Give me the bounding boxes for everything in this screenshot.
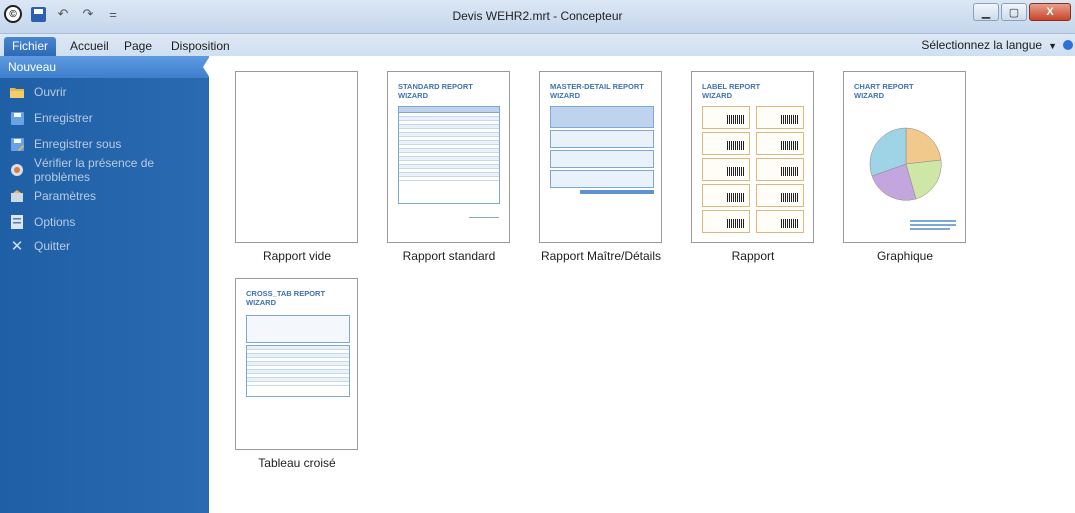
settings-icon (10, 189, 24, 203)
check-issues-icon (10, 163, 24, 177)
sidebar-item-label: Quitter (34, 239, 71, 253)
help-icon[interactable] (1063, 40, 1073, 50)
thumbnail-title: LABEL REPORT WIZARD (702, 82, 761, 100)
sidebar-item-label: Vérifier la présence de problèmes (34, 156, 155, 184)
barcode-icon (727, 115, 745, 124)
barcode-icon (781, 193, 799, 202)
thumbnail-group-b (550, 150, 654, 168)
ribbon-tab-bar: Fichier Accueil Page Disposition Sélecti… (0, 34, 1075, 56)
sidebar-item-label: Enregistrer (34, 111, 93, 125)
thumbnail-title: STANDARD REPORT WIZARD (398, 82, 473, 100)
title-bar: © ↶ ↷ = Devis WEHR2.mrt - Concepteur ▁ ▢… (0, 0, 1075, 34)
sidebar-item-enregistrer-sous[interactable]: Enregistrer sous (0, 132, 209, 156)
thumbnail-title: MASTER-DETAIL REPORT WIZARD (550, 82, 644, 100)
sidebar-item-label: Ouvrir (34, 85, 67, 99)
template-label: Graphique (876, 249, 934, 263)
sidebar-item-parametres[interactable]: Paramètres (0, 184, 209, 208)
thumbnail-label-cell (702, 158, 750, 181)
thumbnail-label-cell (756, 106, 804, 129)
thumbnail-crosstab-header (246, 315, 350, 343)
thumbnail-label-cell (756, 210, 804, 233)
tab-accueil[interactable]: Accueil (62, 37, 117, 56)
thumbnail-label-cell (756, 158, 804, 181)
chevron-down-icon: ▼ (1048, 41, 1057, 51)
thumbnail-label-cell (702, 106, 750, 129)
sidebar-item-label: Paramètres (34, 189, 97, 203)
tab-fichier[interactable]: Fichier (4, 37, 57, 56)
thumbnail-label-cell (756, 132, 804, 155)
thumbnail-label-cell (702, 132, 750, 155)
close-window-button[interactable]: X (1029, 3, 1071, 21)
sidebar-item-label: Enregistrer sous (34, 137, 122, 151)
close-icon: ✕ (10, 238, 24, 255)
template-label: Rapport vide (262, 249, 332, 263)
save-as-icon (10, 137, 24, 151)
barcode-icon (781, 141, 799, 150)
barcode-icon (727, 141, 745, 150)
language-selector[interactable]: Sélectionnez la langue ▼ (921, 38, 1057, 52)
template-label: Rapport standard (402, 249, 496, 263)
template-label: Rapport Maître/Détails (540, 249, 662, 263)
minimize-icon[interactable]: ▁ (973, 3, 999, 21)
template-thumbnail: MASTER-DETAIL REPORT WIZARD (539, 71, 662, 243)
template-thumbnail: STANDARD REPORT WIZARD (387, 71, 510, 243)
tab-page[interactable]: Page (116, 37, 160, 56)
options-icon (10, 215, 24, 229)
window-title: Devis WEHR2.mrt - Concepteur (452, 9, 623, 23)
thumbnail-group-c (550, 170, 654, 188)
barcode-icon (727, 167, 745, 176)
template-thumbnail: CHART REPORT WIZARD (843, 71, 966, 243)
thumbnail-title: CROSS_TAB REPORT WIZARD (246, 289, 326, 307)
tab-disposition[interactable]: Disposition (163, 37, 238, 56)
folder-icon (10, 85, 24, 99)
sidebar-item-ouvrir[interactable]: Ouvrir (0, 80, 209, 104)
thumbnail-pie-chart (869, 127, 956, 230)
barcode-icon (781, 219, 799, 228)
thumbnail-label-cell (756, 184, 804, 207)
thumbnail-group-a (550, 130, 654, 148)
maximize-icon[interactable]: ▢ (1001, 3, 1027, 21)
barcode-icon (727, 193, 745, 202)
thumbnail-label-cell (702, 184, 750, 207)
barcode-icon (727, 219, 745, 228)
thumbnail-master-header (550, 106, 654, 128)
thumbnail-footer (469, 217, 499, 227)
sidebar-item-label: Options (34, 215, 76, 229)
thumbnail-totals (580, 190, 654, 194)
barcode-icon (781, 167, 799, 176)
new-report-gallery: Rapport vide STANDARD REPORT WIZARD Rapp… (209, 56, 1075, 513)
template-label: Rapport (731, 249, 775, 263)
template-thumbnail: CROSS_TAB REPORT WIZARD (235, 278, 358, 450)
sidebar-item-verifier[interactable]: Vérifier la présence de problèmes (0, 156, 209, 184)
template-thumbnail (235, 71, 358, 243)
thumbnail-crosstab-body (246, 345, 350, 397)
sidebar-item-enregistrer[interactable]: Enregistrer (0, 106, 209, 130)
window-controls: ▁ ▢ X (973, 3, 1071, 21)
backstage-sidebar: Nouveau Ouvrir Enregistrer Enregistrer s… (0, 56, 210, 513)
save-icon (10, 111, 24, 125)
sidebar-item-quitter[interactable]: ✕ Quitter (0, 234, 209, 258)
template-thumbnail: LABEL REPORT WIZARD (691, 71, 814, 243)
sidebar-item-nouveau[interactable]: Nouveau (0, 56, 210, 78)
language-label: Sélectionnez la langue (921, 38, 1043, 52)
barcode-icon (781, 115, 799, 124)
template-label: Tableau croisé (258, 456, 336, 470)
thumbnail-label-cell (702, 210, 750, 233)
thumbnail-table (398, 106, 500, 204)
sidebar-item-options[interactable]: Options (0, 210, 209, 234)
sidebar-item-label: Nouveau (8, 60, 57, 74)
